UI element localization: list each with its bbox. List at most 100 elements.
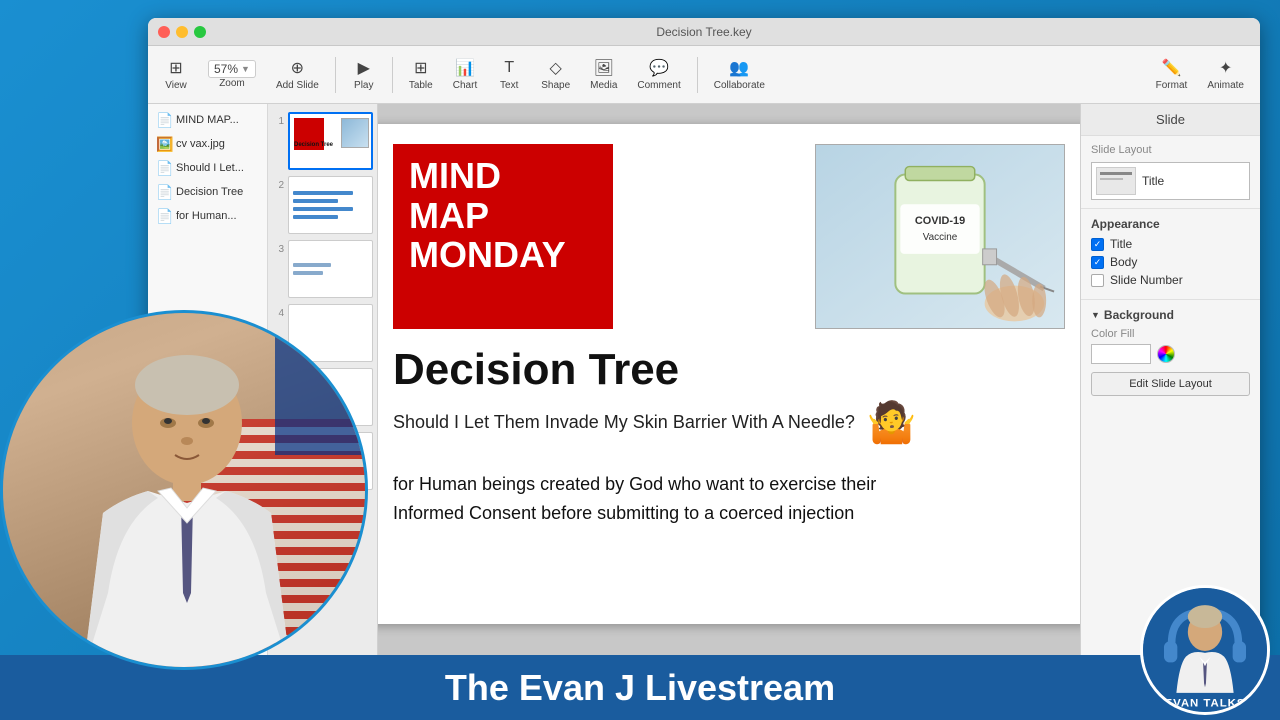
add-slide-icon: ⊕ xyxy=(287,58,307,78)
body-checkbox[interactable]: ✓ xyxy=(1091,256,1104,269)
slide-number-checkbox[interactable] xyxy=(1091,274,1104,287)
file-icon-3: 📄 xyxy=(156,160,172,176)
slide-thumb-3[interactable] xyxy=(288,240,373,298)
svg-text:EVAN TALKS: EVAN TALKS xyxy=(1165,697,1246,709)
thumb-vaccine-img xyxy=(341,118,369,148)
thumb-line xyxy=(293,215,338,219)
slide-number-label: Slide Number xyxy=(1110,273,1183,287)
body-checkbox-row: ✓ Body xyxy=(1091,255,1250,269)
table-icon: ⊞ xyxy=(411,58,431,78)
play-button[interactable]: ▶ Play xyxy=(344,54,384,95)
slide-body: for Human beings created by God who want… xyxy=(393,470,1065,528)
thumb-title: Decision Tree xyxy=(294,142,333,148)
title-checkbox[interactable]: ✓ xyxy=(1091,238,1104,251)
background-title: ▼ Background xyxy=(1091,308,1250,322)
vaccine-svg: COVID-19 Vaccine xyxy=(816,144,1064,329)
slide-canvas: MIND MAP MONDAY xyxy=(378,124,1080,624)
webcam-background xyxy=(3,313,365,667)
file-item-2[interactable]: 🖼️ cv vax.jpg xyxy=(148,132,267,156)
divider2 xyxy=(392,57,393,93)
file-item-1[interactable]: 📄 MIND MAP... xyxy=(148,108,267,132)
slide-thumb-1[interactable]: Decision Tree xyxy=(288,112,373,170)
view-icon: ⊞ xyxy=(166,58,186,78)
title-bar: Decision Tree.key xyxy=(148,18,1260,46)
slide-3-container: 3 xyxy=(272,240,373,298)
comment-icon: 💬 xyxy=(649,58,669,78)
svg-text:Vaccine: Vaccine xyxy=(923,232,958,243)
red-box-line3: MONDAY xyxy=(409,235,597,275)
thumb-line xyxy=(293,263,331,267)
logo-svg: EVAN TALKS xyxy=(1140,588,1270,712)
zoom-control[interactable]: 57% ▼ Zoom xyxy=(200,56,264,93)
zoom-value: 57% xyxy=(214,62,238,76)
layout-thumbnail xyxy=(1096,167,1136,195)
subtitle-text: Should I Let Them Invade My Skin Barrier… xyxy=(393,412,855,433)
shape-button[interactable]: ◇ Shape xyxy=(533,54,578,95)
color-picker-icon[interactable] xyxy=(1157,345,1175,363)
color-fill-row xyxy=(1091,344,1250,364)
file-name-5: for Human... xyxy=(176,210,237,222)
add-slide-button[interactable]: ⊕ Add Slide xyxy=(268,54,327,95)
close-button[interactable] xyxy=(158,26,170,38)
file-icon-2: 🖼️ xyxy=(156,136,172,152)
file-icon-5: 📄 xyxy=(156,208,172,224)
color-fill-label: Color Fill xyxy=(1091,328,1250,340)
red-box-line2: MAP xyxy=(409,196,597,236)
file-icon-4: 📄 xyxy=(156,184,172,200)
file-name-4: Decision Tree xyxy=(176,186,243,198)
person-svg xyxy=(3,313,368,670)
file-item-3[interactable]: 📄 Should I Let... xyxy=(148,156,267,180)
view-button[interactable]: ⊞ View xyxy=(156,54,196,95)
bottom-bar-title: The Evan J Livestream xyxy=(445,667,835,709)
shrug-emoji: 🤷 xyxy=(867,399,917,446)
body-checkbox-label: Body xyxy=(1110,255,1137,269)
slide-thumb-2[interactable] xyxy=(288,176,373,234)
background-label: Background xyxy=(1104,308,1174,322)
slide-main: MIND MAP MONDAY xyxy=(378,104,1080,688)
toolbar: ⊞ View 57% ▼ Zoom ⊕ Add Slide ▶ Play xyxy=(148,46,1260,104)
slide-subtitle: Should I Let Them Invade My Skin Barrier… xyxy=(393,399,1065,446)
file-icon-1: 📄 xyxy=(156,112,172,128)
slide-1-container: 1 Decision Tree xyxy=(272,112,373,170)
table-button[interactable]: ⊞ Table xyxy=(401,54,441,95)
right-panel-header: Slide xyxy=(1081,104,1260,136)
logo-circle: EVAN TALKS xyxy=(1140,585,1270,715)
comment-button[interactable]: 💬 Comment xyxy=(629,54,688,95)
file-name-2: cv vax.jpg xyxy=(176,138,225,150)
slide-number-checkbox-row: Slide Number xyxy=(1091,273,1250,287)
slide-layout-section: Slide Layout Title xyxy=(1081,136,1260,209)
collaborate-button[interactable]: 👥 Collaborate xyxy=(706,54,773,95)
animate-button[interactable]: ✦ Animate xyxy=(1199,54,1252,95)
text-icon: T xyxy=(499,58,519,78)
slide-top-row: MIND MAP MONDAY xyxy=(393,144,1065,329)
maximize-button[interactable] xyxy=(194,26,206,38)
edit-slide-layout-button[interactable]: Edit Slide Layout xyxy=(1091,372,1250,396)
title-checkbox-row: ✓ Title xyxy=(1091,237,1250,251)
chart-button[interactable]: 📊 Chart xyxy=(445,54,485,95)
format-button[interactable]: ✏️ Format xyxy=(1148,54,1196,95)
divider3 xyxy=(697,57,698,93)
traffic-lights xyxy=(158,26,206,38)
zoom-chevron-icon: ▼ xyxy=(241,64,250,74)
media-button[interactable]: 🖼 Media xyxy=(582,54,625,95)
bg-chevron-icon: ▼ xyxy=(1091,310,1100,320)
appearance-section: Appearance ✓ Title ✓ Body xyxy=(1081,209,1260,300)
background-section: ▼ Background Color Fill Edit Slide Layou… xyxy=(1081,300,1260,404)
collaborate-icon: 👥 xyxy=(729,58,749,78)
layout-name: Title xyxy=(1142,174,1164,188)
slide-layout-label: Slide Layout xyxy=(1091,144,1250,156)
appearance-label: Appearance xyxy=(1091,217,1250,231)
file-item-5[interactable]: 📄 for Human... xyxy=(148,204,267,228)
window-title: Decision Tree.key xyxy=(656,25,751,39)
minimize-button[interactable] xyxy=(176,26,188,38)
file-item-4[interactable]: 📄 Decision Tree xyxy=(148,180,267,204)
red-box-line1: MIND xyxy=(409,156,597,196)
color-swatch[interactable] xyxy=(1091,344,1151,364)
slide-layout-selector[interactable]: Title xyxy=(1091,162,1250,200)
title-checkbox-label: Title xyxy=(1110,237,1132,251)
slide-title: Decision Tree xyxy=(393,345,1065,395)
thumb-line xyxy=(293,199,338,203)
thumb-line xyxy=(293,191,353,195)
main-container: Decision Tree.key ⊞ View 57% ▼ Zoom ⊕ Ad… xyxy=(0,0,1280,720)
text-button[interactable]: T Text xyxy=(489,54,529,95)
